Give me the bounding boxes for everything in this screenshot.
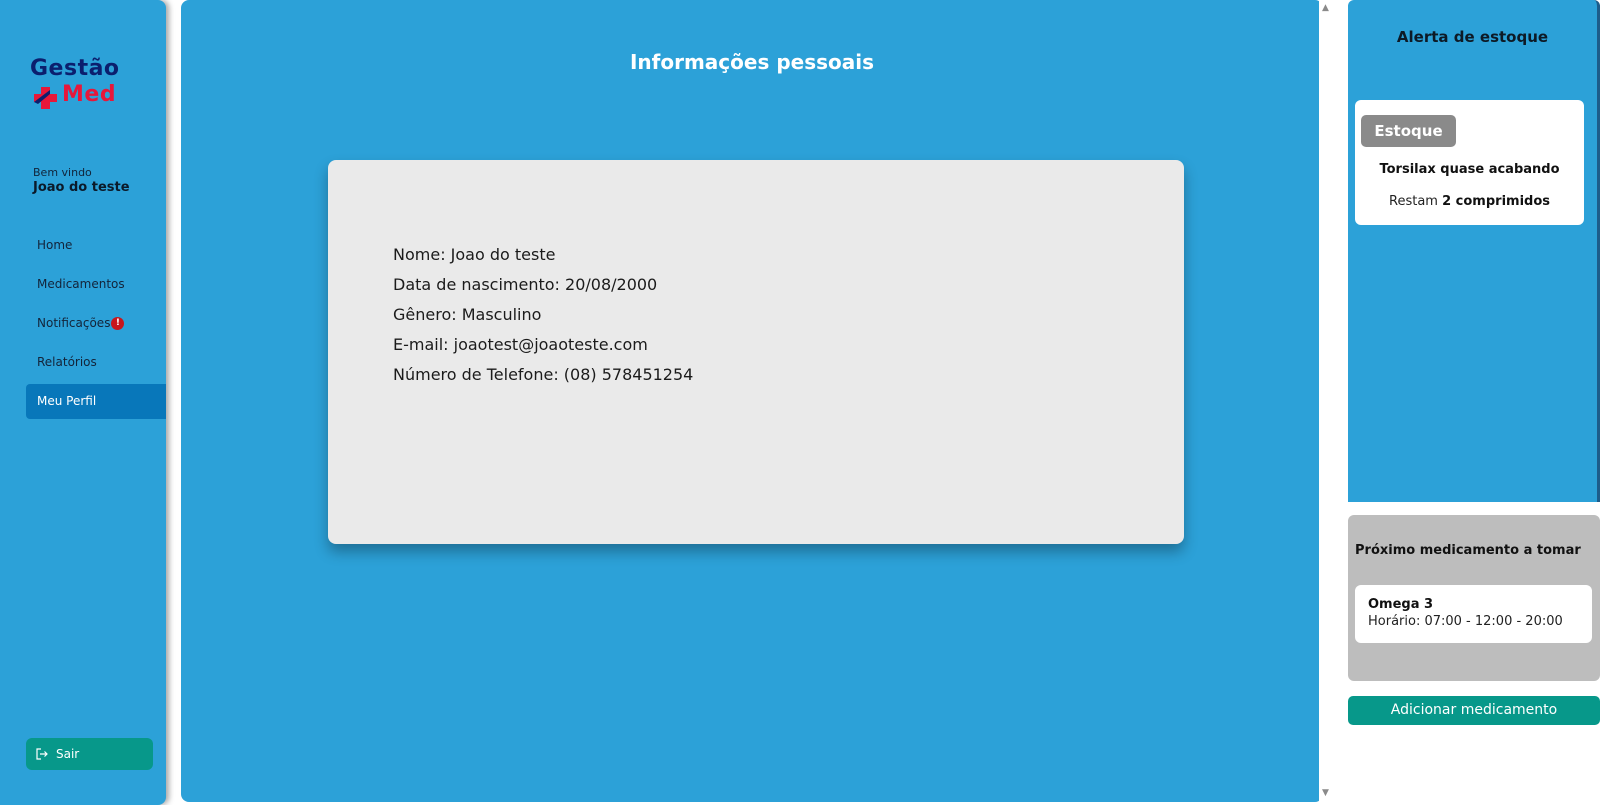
welcome-block: Bem vindo Joao do teste — [33, 166, 130, 195]
stock-tag: Estoque — [1361, 115, 1456, 147]
scroll-down-arrow-icon[interactable]: ▼ — [1322, 788, 1329, 798]
logout-label: Sair — [56, 747, 80, 761]
sidebar-item-label: Meu Perfil — [37, 394, 97, 408]
logo-text-bottom: Med — [62, 82, 117, 107]
stock-remaining-prefix: Restam — [1389, 194, 1438, 209]
page-title: Informações pessoais — [629, 50, 875, 74]
sidebar-item-label: Medicamentos — [37, 277, 125, 291]
profile-field-name: Nome: Joao do teste — [393, 245, 556, 264]
sidebar-item-label: Notificações — [37, 316, 111, 330]
scroll-up-arrow-icon[interactable]: ▲ — [1322, 3, 1329, 13]
sidebar: Gestão Med Bem vindo Joao do teste Home … — [0, 0, 166, 805]
medication-schedule: Horário: 07:00 - 12:00 - 20:00 — [1368, 614, 1563, 629]
stock-alert-card: Estoque Torsilax quase acabando Restam 2… — [1355, 100, 1584, 225]
stock-remaining-value: 2 comprimidos — [1442, 194, 1550, 209]
notification-alert-badge: ! — [111, 317, 125, 330]
next-medication-card: Omega 3 Horário: 07:00 - 12:00 - 20:00 — [1355, 585, 1592, 643]
profile-field-gender: Gênero: Masculino — [393, 305, 542, 324]
stock-alert-message: Torsilax quase acabando — [1379, 162, 1560, 177]
medical-cross-icon — [34, 87, 57, 109]
main-scrollbar[interactable]: ▲ ▼ — [1319, 0, 1333, 805]
next-medication-panel: Próximo medicamento a tomar Omega 3 Horá… — [1348, 515, 1600, 681]
profile-field-birthdate: Data de nascimento: 20/08/2000 — [393, 275, 658, 294]
profile-field-phone: Número de Telefone: (08) 578451254 — [393, 365, 694, 384]
sidebar-item-relatorios[interactable]: Relatórios — [26, 345, 166, 380]
sidebar-item-home[interactable]: Home — [26, 228, 166, 263]
sidebar-nav: Home Medicamentos Notificações! Relatóri… — [26, 228, 166, 423]
stock-alert-title: Alerta de estoque — [1396, 28, 1549, 46]
sidebar-item-label: Relatórios — [37, 355, 97, 369]
profile-info: Nome: Joao do teste Data de nascimento: … — [393, 240, 693, 390]
stock-alert-panel: Alerta de estoque Estoque Torsilax quase… — [1348, 0, 1600, 502]
sidebar-item-label: Home — [37, 238, 73, 252]
medication-name: Omega 3 — [1368, 597, 1434, 612]
main-content: Informações pessoais Nome: Joao do teste… — [181, 0, 1323, 802]
profile-field-email: E-mail: joaotest@joaoteste.com — [393, 335, 648, 354]
gestao-med-logo[interactable]: Gestão Med — [30, 56, 140, 112]
add-medication-button[interactable]: Adicionar medicamento — [1348, 696, 1600, 725]
welcome-text: Bem vindo — [33, 166, 92, 179]
sidebar-item-notificacoes[interactable]: Notificações! — [26, 306, 166, 341]
right-panel: Alerta de estoque Estoque Torsilax quase… — [1336, 0, 1600, 805]
profile-card: Nome: Joao do teste Data de nascimento: … — [328, 160, 1184, 544]
sidebar-item-medicamentos[interactable]: Medicamentos — [26, 267, 166, 302]
logo-text-top: Gestão — [30, 56, 120, 81]
stock-remaining: Restam 2 comprimidos — [1355, 194, 1584, 209]
user-name: Joao do teste — [33, 180, 130, 195]
logout-icon — [36, 748, 48, 760]
sidebar-item-meu-perfil[interactable]: Meu Perfil — [26, 384, 166, 419]
logout-button[interactable]: Sair — [26, 738, 153, 770]
next-medication-title: Próximo medicamento a tomar — [1355, 543, 1581, 558]
